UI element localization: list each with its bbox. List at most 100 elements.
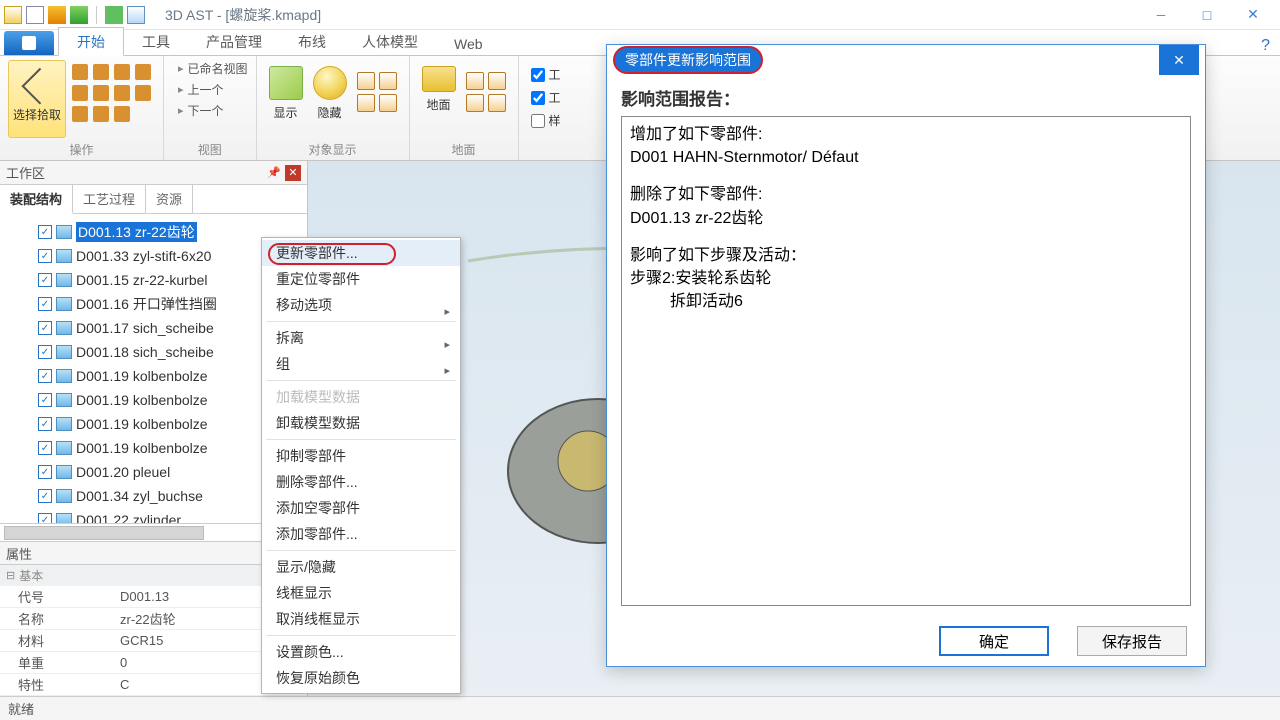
checkbox-icon[interactable] (38, 441, 52, 455)
minimize-button[interactable] (1138, 0, 1184, 30)
tool-icon[interactable] (93, 64, 109, 80)
checkbox-icon[interactable] (38, 249, 52, 263)
menu-item[interactable]: 抑制零部件 (262, 443, 460, 469)
chip-icon[interactable] (466, 94, 484, 112)
check-option[interactable]: 样 (531, 112, 561, 129)
prev-view-button[interactable]: 上一个 (178, 81, 248, 98)
chip-icon[interactable] (488, 94, 506, 112)
report-line: D001 HAHN-Sternmotor/ Défaut (630, 146, 1182, 169)
chip-icon[interactable] (379, 72, 397, 90)
tab-tools[interactable]: 工具 (124, 28, 188, 55)
close-button[interactable] (1230, 0, 1276, 30)
menu-item[interactable]: 线框显示 (262, 580, 460, 606)
maximize-button[interactable] (1184, 0, 1230, 30)
checkbox-icon[interactable] (38, 273, 52, 287)
named-view-dropdown[interactable]: 已命名视图 (178, 60, 248, 77)
chip-icon[interactable] (357, 72, 375, 90)
subtab-structure[interactable]: 装配结构 (0, 185, 73, 214)
save-report-button[interactable]: 保存报告 (1077, 626, 1187, 656)
menu-item[interactable]: 重定位零部件 (262, 266, 460, 292)
tool-icon[interactable] (72, 64, 88, 80)
tab-human[interactable]: 人体模型 (344, 28, 436, 55)
menu-item[interactable]: 移动选项 (262, 292, 460, 318)
check-option[interactable]: 工 (531, 89, 561, 106)
checkbox-icon[interactable] (38, 321, 52, 335)
tree-item[interactable]: D001.20 pleuel (10, 460, 303, 484)
tree-item[interactable]: D001.18 sich_scheibe (10, 340, 303, 364)
menu-item[interactable]: 卸载模型数据 (262, 410, 460, 436)
app-menu-button[interactable] (4, 31, 54, 55)
tool-icon[interactable] (114, 64, 130, 80)
checkbox-icon[interactable] (38, 225, 52, 239)
tree-item[interactable]: D001.19 kolbenbolze (10, 364, 303, 388)
tool-icon[interactable] (93, 106, 109, 122)
tab-start[interactable]: 开始 (58, 27, 124, 56)
tree-item[interactable]: D001.13 zr-22齿轮 (10, 220, 303, 244)
checkbox-icon[interactable] (38, 393, 52, 407)
menu-item[interactable]: 设置颜色... (262, 639, 460, 665)
tree-item[interactable]: D001.19 kolbenbolze (10, 436, 303, 460)
checkbox-icon[interactable] (38, 489, 52, 503)
show-button[interactable]: 显示 (269, 66, 303, 121)
part-icon (56, 225, 72, 239)
tool-icon[interactable] (135, 85, 151, 101)
tab-product[interactable]: 产品管理 (188, 28, 280, 55)
qat-icon[interactable] (4, 6, 22, 24)
tree-item[interactable]: D001.19 kolbenbolze (10, 412, 303, 436)
qat-redo-icon[interactable] (127, 6, 145, 24)
subtab-resource[interactable]: 资源 (146, 185, 193, 213)
tool-icon[interactable] (114, 106, 130, 122)
chip-icon[interactable] (466, 72, 484, 90)
menu-item[interactable]: 更新零部件... (262, 240, 460, 266)
menu-item[interactable]: 添加空零部件 (262, 495, 460, 521)
check-option[interactable]: 工 (531, 66, 561, 83)
impact-report[interactable]: 增加了如下零部件: D001 HAHN-Sternmotor/ Défaut 删… (621, 116, 1191, 606)
qat-icon[interactable] (26, 6, 44, 24)
tool-icon[interactable] (114, 85, 130, 101)
tree-item[interactable]: D001.16 开口弹性挡圈 (10, 292, 303, 316)
menu-item[interactable]: 显示/隐藏 (262, 554, 460, 580)
dialog-close-button[interactable]: ✕ (1159, 45, 1199, 75)
tool-icon[interactable] (72, 106, 88, 122)
chip-icon[interactable] (379, 94, 397, 112)
chip-icon[interactable] (488, 72, 506, 90)
menu-item[interactable]: 拆离 (262, 325, 460, 351)
tree-item[interactable]: D001.17 sich_scheibe (10, 316, 303, 340)
menu-item[interactable]: 添加零部件... (262, 521, 460, 547)
pin-icon[interactable]: 📌 (267, 166, 281, 179)
subtab-process[interactable]: 工艺过程 (73, 185, 146, 213)
tool-icon[interactable] (93, 85, 109, 101)
checkbox-icon[interactable] (38, 513, 52, 523)
chip-icon[interactable] (357, 94, 375, 112)
checkbox-icon[interactable] (38, 465, 52, 479)
tree-item[interactable]: D001.19 kolbenbolze (10, 388, 303, 412)
help-button[interactable]: ? (1261, 37, 1270, 55)
menu-item[interactable]: 取消线框显示 (262, 606, 460, 632)
tab-route[interactable]: 布线 (280, 28, 344, 55)
tree-item[interactable]: D001.22 zylinder (10, 508, 303, 523)
menu-item[interactable]: 组 (262, 351, 460, 377)
qat-undo-icon[interactable] (105, 6, 123, 24)
menu-item[interactable]: 恢复原始颜色 (262, 665, 460, 691)
panel-close-button[interactable]: ✕ (285, 165, 301, 181)
tree-item[interactable]: D001.34 zyl_buchse (10, 484, 303, 508)
checkbox-icon[interactable] (38, 345, 52, 359)
tree-item[interactable]: D001.15 zr-22-kurbel (10, 268, 303, 292)
checkbox-icon[interactable] (38, 297, 52, 311)
part-icon (56, 393, 72, 407)
select-pick-button[interactable]: 选择拾取 (8, 60, 66, 138)
ok-button[interactable]: 确定 (939, 626, 1049, 656)
ground-button[interactable]: 地面 (422, 66, 456, 113)
checkbox-icon[interactable] (38, 369, 52, 383)
checkbox-icon[interactable] (38, 417, 52, 431)
tool-icon[interactable] (72, 85, 88, 101)
workspace-title: 工作区 📌 ✕ (0, 161, 307, 185)
tab-web[interactable]: Web (436, 32, 501, 55)
next-view-button[interactable]: 下一个 (178, 102, 248, 119)
qat-icon[interactable] (48, 6, 66, 24)
hide-button[interactable]: 隐藏 (313, 66, 347, 121)
tree-item[interactable]: D001.33 zyl-stift-6x20 (10, 244, 303, 268)
qat-icon[interactable] (70, 6, 88, 24)
tool-icon[interactable] (135, 64, 151, 80)
menu-item[interactable]: 删除零部件... (262, 469, 460, 495)
